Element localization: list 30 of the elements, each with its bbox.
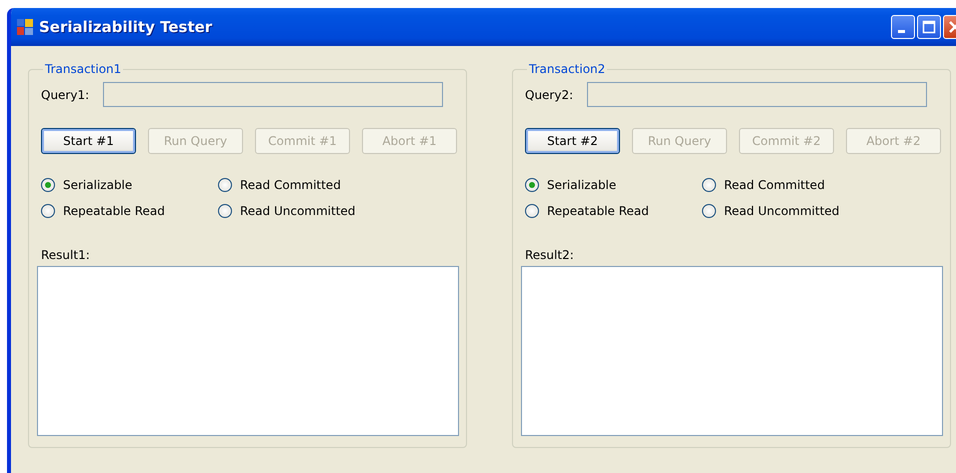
- radio-label: Serializable: [63, 178, 132, 192]
- action-button[interactable]: Start #1: [41, 128, 136, 154]
- query-label: Query1:: [41, 88, 90, 102]
- radio-label: Repeatable Read: [547, 204, 649, 218]
- radio-label: Read Uncommitted: [724, 204, 840, 218]
- radio-label: Repeatable Read: [63, 204, 165, 218]
- minimize-icon: [898, 30, 905, 33]
- radio-button[interactable]: [41, 178, 55, 192]
- result-label: Result2:: [525, 248, 575, 262]
- radio-button[interactable]: [525, 204, 539, 218]
- minimize-button[interactable]: [891, 15, 915, 39]
- radio-button[interactable]: [41, 204, 55, 218]
- maximize-button[interactable]: [917, 15, 941, 39]
- action-button[interactable]: Start #2: [525, 128, 620, 154]
- radio-button[interactable]: [218, 204, 232, 218]
- radio-label: Read Committed: [724, 178, 825, 192]
- radio-button[interactable]: [702, 204, 716, 218]
- maximize-icon: [922, 20, 936, 34]
- app-icon: [17, 19, 33, 35]
- group-title: Transaction1: [44, 62, 122, 76]
- radio-label: Read Uncommitted: [240, 204, 356, 218]
- radio-button[interactable]: [525, 178, 539, 192]
- radio-button[interactable]: [218, 178, 232, 192]
- result-label: Result1:: [41, 248, 91, 262]
- radio-button[interactable]: [702, 178, 716, 192]
- radio-label: Serializable: [547, 178, 616, 192]
- window-title: Serializability Tester: [39, 18, 214, 36]
- group-title: Transaction2: [528, 62, 606, 76]
- query-label: Query2:: [525, 88, 574, 102]
- radio-label: Read Committed: [240, 178, 341, 192]
